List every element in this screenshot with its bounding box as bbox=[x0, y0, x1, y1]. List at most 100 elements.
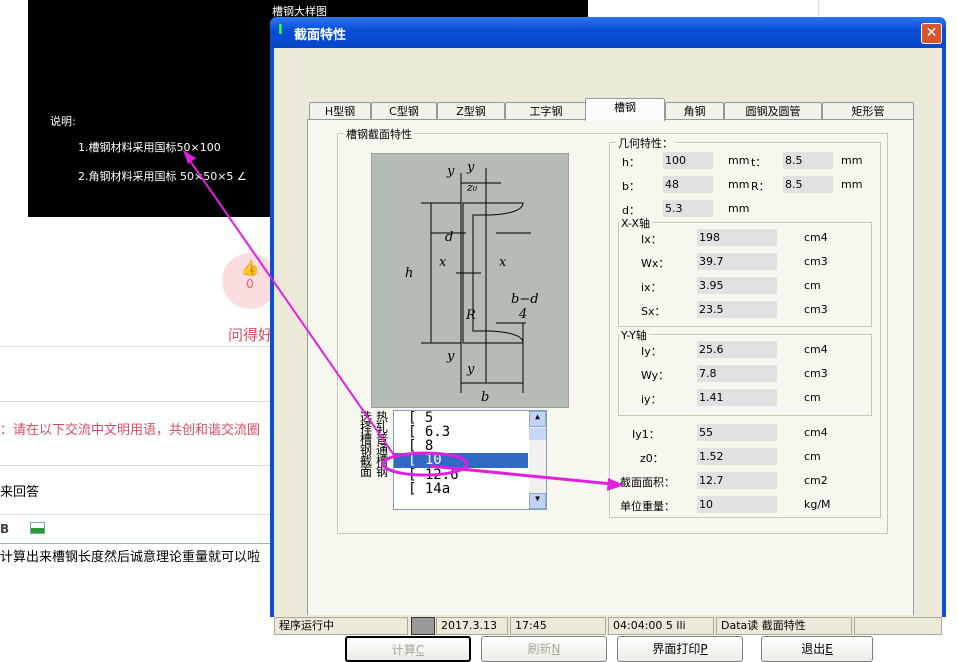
b-label: b： bbox=[622, 180, 640, 193]
svg-text:y: y bbox=[466, 160, 475, 175]
unit: cm3 bbox=[804, 367, 828, 380]
status-icon bbox=[411, 617, 435, 635]
unit: mm bbox=[841, 154, 863, 167]
tab-panel: 槽钢截面特性 y y z₀ dxx h Rb−d 4 yyb 选择槽钢截面 热轧普通槽钢… bbox=[307, 119, 914, 662]
shortcut-key: P bbox=[700, 642, 708, 656]
tab-i-beam[interactable]: 工字钢 bbox=[505, 102, 587, 120]
t-label: t： bbox=[751, 156, 767, 169]
tab-c-steel[interactable]: C型钢 bbox=[371, 102, 437, 120]
tab-rect-tube[interactable]: 矩形管 bbox=[822, 102, 914, 120]
status-bar: 程序运行中 2017.3.13 17:45 04:04:00 5 lli Dat… bbox=[274, 615, 942, 635]
wy-field[interactable]: 7.8 bbox=[697, 365, 777, 382]
svg-text:R: R bbox=[465, 308, 476, 323]
iy-radius-field[interactable]: 1.41 bbox=[697, 389, 777, 406]
scroll-thumb[interactable] bbox=[529, 428, 546, 440]
answer-editor[interactable]: 计算出来槽钢长度然后诚意理论重量就可以啦 bbox=[0, 546, 260, 565]
iy-field[interactable]: 25.6 bbox=[697, 341, 777, 358]
good-question-label[interactable]: 问得好 bbox=[228, 324, 273, 345]
svg-text:x: x bbox=[439, 255, 447, 270]
bold-button[interactable]: B bbox=[0, 522, 9, 536]
print-button[interactable]: 界面打印P bbox=[617, 636, 743, 662]
ix-field[interactable]: 198 bbox=[697, 229, 777, 246]
scroll-up-icon[interactable]: ▲ bbox=[529, 411, 546, 427]
section-properties-dialog: I 截面特性 ✕ H型钢 C型钢 Z型钢 工字钢 槽钢 角钢 圆钢及圆管 矩形管… bbox=[270, 17, 946, 662]
h-label: h： bbox=[622, 156, 640, 169]
cad-note-1: 1.槽钢材料采用国标50×100 bbox=[78, 141, 221, 154]
list-item-selected[interactable]: [ 10 bbox=[394, 453, 528, 468]
group-label: X-X轴 bbox=[619, 215, 652, 231]
button-label: 界面打印 bbox=[652, 642, 701, 656]
z0-label: z0： bbox=[640, 452, 664, 465]
svg-text:x: x bbox=[499, 255, 507, 270]
divider bbox=[0, 401, 272, 402]
list-item[interactable]: [ 14a bbox=[394, 482, 546, 496]
svg-text:4: 4 bbox=[518, 307, 527, 322]
r-field[interactable]: 8.5 bbox=[783, 176, 833, 193]
t-field[interactable]: 8.5 bbox=[783, 152, 833, 169]
group-label: 槽钢截面特性 bbox=[344, 126, 414, 142]
unit: mm bbox=[841, 178, 863, 191]
unit: mm bbox=[728, 178, 750, 191]
listbox-scrollbar[interactable]: ▲ ▼ bbox=[529, 411, 546, 509]
xx-axis-group: X-X轴 Ix： 198 cm4 Wx： 39.7 cm3 ix： 3.95 c… bbox=[618, 215, 872, 327]
dialog-body: H型钢 C型钢 Z型钢 工字钢 槽钢 角钢 圆钢及圆管 矩形管 槽钢截面特性 y… bbox=[274, 48, 942, 662]
unit: cm4 bbox=[804, 343, 828, 356]
ix-radius-label: ix： bbox=[641, 281, 662, 294]
unit: cm4 bbox=[804, 426, 828, 439]
tab-z-steel[interactable]: Z型钢 bbox=[437, 102, 505, 120]
d-field[interactable]: 5.3 bbox=[663, 200, 713, 217]
refresh-button[interactable]: 刷新N bbox=[481, 636, 607, 662]
sx-field[interactable]: 23.5 bbox=[697, 301, 777, 318]
tab-channel-steel[interactable]: 槽钢 bbox=[585, 98, 665, 121]
unit: cm bbox=[804, 391, 821, 404]
divider bbox=[0, 346, 272, 347]
channel-section-diagram: y yz₀ dx x hRb−d4 yyb bbox=[371, 153, 569, 408]
ix-radius-field[interactable]: 3.95 bbox=[697, 277, 777, 294]
svg-text:y: y bbox=[446, 164, 455, 179]
list-label-hot-rolled: 热轧普通槽钢 bbox=[376, 410, 389, 479]
area-field[interactable]: 12.7 bbox=[697, 472, 777, 489]
notice-text: ：请在以下交流中文明用语，共创和谐交流圈 bbox=[0, 423, 261, 438]
shortcut-key: E bbox=[825, 642, 833, 656]
divider bbox=[0, 465, 272, 466]
wx-field[interactable]: 39.7 bbox=[697, 253, 777, 270]
ix-label: Ix： bbox=[641, 233, 662, 246]
unit: cm3 bbox=[804, 303, 828, 316]
close-button[interactable]: ✕ bbox=[921, 23, 942, 44]
unit: cm3 bbox=[804, 255, 828, 268]
list-item[interactable]: [ 5 bbox=[394, 411, 546, 425]
unit: cm2 bbox=[804, 474, 828, 487]
editor-border bbox=[0, 543, 272, 544]
list-item[interactable]: [ 8 bbox=[394, 439, 546, 453]
unit-weight-field[interactable]: 10 bbox=[697, 496, 777, 513]
calculate-button[interactable]: 计算C bbox=[345, 636, 471, 662]
list-item[interactable]: [ 6.3 bbox=[394, 425, 546, 439]
status-running: 程序运行中 bbox=[274, 617, 408, 635]
tab-angle-steel[interactable]: 角钢 bbox=[665, 102, 724, 120]
scroll-down-icon[interactable]: ▼ bbox=[529, 493, 546, 509]
svg-text:y: y bbox=[446, 349, 455, 364]
tab-h-steel[interactable]: H型钢 bbox=[309, 102, 371, 120]
svg-text:h: h bbox=[405, 266, 413, 281]
svg-text:z₀: z₀ bbox=[466, 181, 478, 194]
area-label: 截面面积： bbox=[620, 476, 675, 489]
page-divider bbox=[818, 0, 819, 17]
status-empty bbox=[854, 617, 942, 635]
section-listbox[interactable]: [ 5 [ 6.3 [ 8 [ 10 [ 12.6 [ 14a ▲ ▼ bbox=[393, 410, 547, 510]
b-field[interactable]: 48 bbox=[663, 176, 713, 193]
insert-image-icon[interactable] bbox=[30, 522, 45, 534]
list-label-select: 选择槽钢截面 bbox=[360, 410, 373, 479]
iy1-field[interactable]: 55 bbox=[697, 424, 777, 441]
r-label: R： bbox=[751, 180, 770, 193]
exit-button[interactable]: 退出E bbox=[761, 636, 873, 662]
group-label: 几何特性： bbox=[616, 135, 675, 151]
z0-field[interactable]: 1.52 bbox=[697, 448, 777, 465]
unit-weight-label: 单位重量： bbox=[620, 500, 675, 513]
answer-prompt: 来回答 bbox=[0, 485, 40, 500]
status-module: Data读 截面特性 bbox=[716, 617, 852, 635]
title-bar[interactable]: I 截面特性 ✕ bbox=[270, 17, 946, 48]
button-label: 刷新 bbox=[527, 642, 552, 656]
list-item[interactable]: [ 12.6 bbox=[394, 468, 546, 482]
h-field[interactable]: 100 bbox=[663, 152, 713, 169]
tab-round-steel[interactable]: 圆钢及圆管 bbox=[724, 102, 822, 120]
